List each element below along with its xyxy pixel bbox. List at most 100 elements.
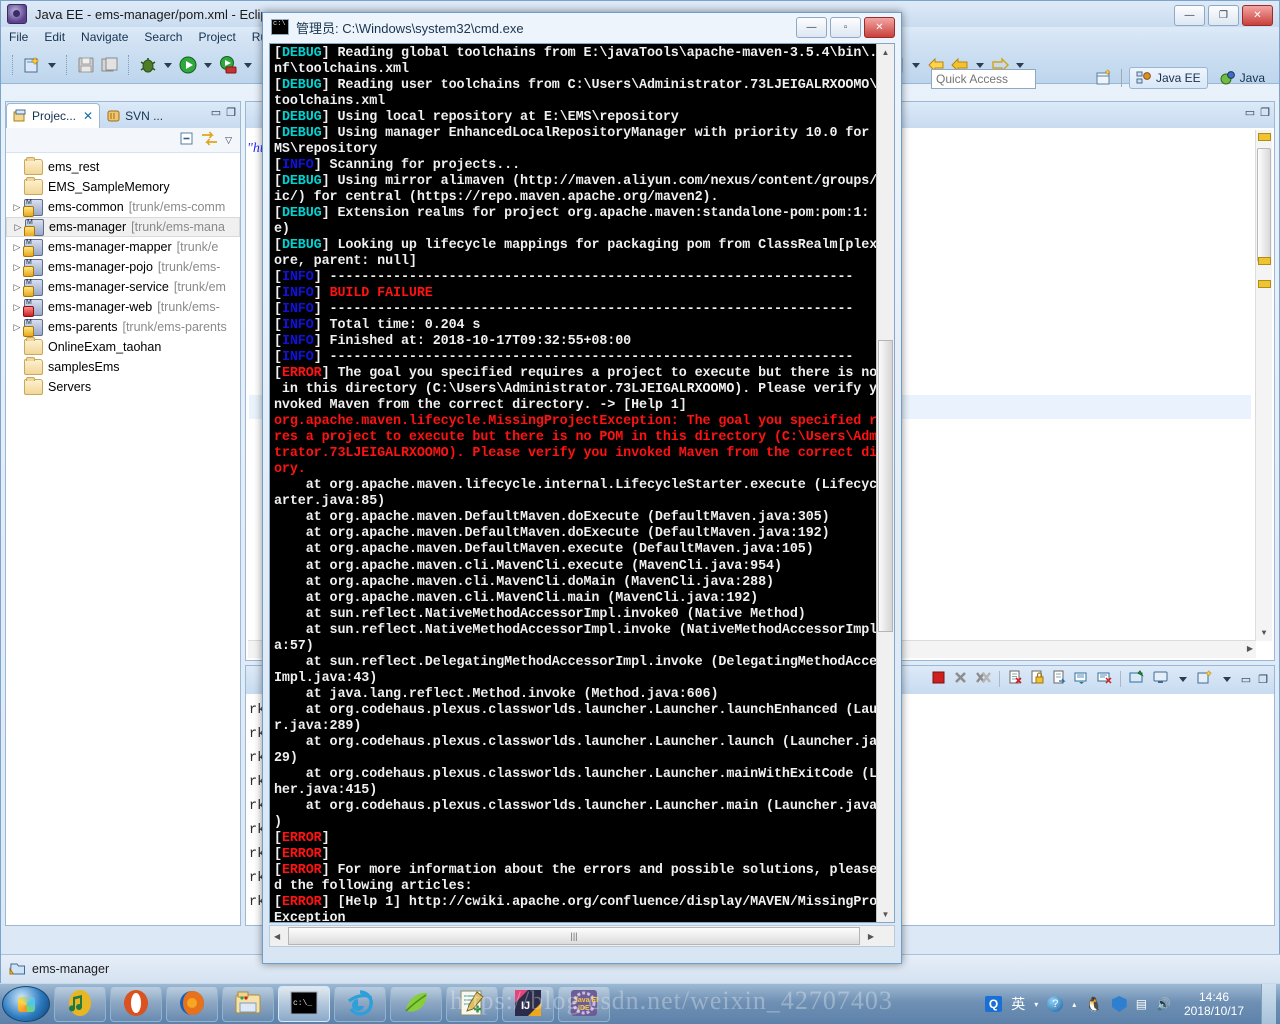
windows-taskbar[interactable]: c:\_IJJava EEIDE https://blog.csdn.net/w… [0, 983, 1280, 1024]
tree-item-onlineexam-taohan[interactable]: OnlineExam_taohan [6, 337, 240, 357]
cmd-scroll-down-arrow[interactable]: ▼ [877, 906, 894, 922]
menu-item-edit[interactable]: Edit [44, 30, 65, 44]
word-wrap-icon[interactable] [1052, 670, 1067, 688]
tree-item-servers[interactable]: Servers [6, 377, 240, 397]
start-orb-button[interactable] [2, 986, 50, 1022]
editor-overview-marker[interactable] [1258, 133, 1271, 141]
taskbar-item-notepadpp[interactable] [446, 986, 498, 1022]
cmd-scroll-up-arrow[interactable]: ▲ [877, 44, 894, 60]
editor-hscroll-right-arrow[interactable]: ▶ [1247, 644, 1253, 654]
cmd-hscroll-left-arrow[interactable]: ◀ [274, 932, 280, 941]
cmd-close-button[interactable]: ✕ [864, 17, 895, 38]
cmd-window-controls[interactable]: — ▫ ✕ [796, 17, 895, 38]
clear-console-icon[interactable] [1008, 670, 1023, 688]
forward-chevron-down-icon[interactable] [1016, 62, 1024, 68]
show-desktop-button[interactable] [1261, 984, 1276, 1024]
editor-overview-marker[interactable] [1258, 257, 1271, 265]
show-console-on-output-icon[interactable] [1074, 670, 1090, 688]
tree-item-ems-manager[interactable]: ▷ ems-manager [trunk/ems-mana [6, 217, 240, 237]
run-external-tools-icon[interactable] [217, 54, 239, 76]
expand-arrow-icon[interactable]: ▷ [10, 262, 24, 273]
tray-overflow-icon[interactable]: ▴ [1072, 1000, 1076, 1009]
open-console-icon[interactable] [1153, 670, 1169, 688]
tray-shield-icon[interactable] [1111, 996, 1127, 1012]
minimize-view-icon[interactable]: ▭ [211, 106, 221, 119]
expand-arrow-icon[interactable]: ▷ [10, 242, 24, 253]
tree-item-ems-manager-mapper[interactable]: ▷ ems-manager-mapper [trunk/e [6, 237, 240, 257]
expand-arrow-icon[interactable]: ▷ [10, 322, 24, 333]
cmd-maximize-button[interactable]: ▫ [830, 17, 861, 38]
collapse-all-icon[interactable] [179, 131, 194, 149]
remove-all-launches-icon[interactable] [975, 670, 992, 688]
scroll-lock-icon[interactable] [1030, 670, 1045, 688]
tab-project-explorer[interactable]: Projec... ✕ [6, 103, 101, 128]
save-icon[interactable] [75, 54, 97, 76]
tree-item-ems-parents[interactable]: ▷ ems-parents [trunk/ems-parents [6, 317, 240, 337]
tab-svn-repositories[interactable]: SVN ... [100, 104, 169, 128]
tray-help-icon[interactable]: ? [1047, 996, 1064, 1012]
perspective-switcher[interactable]: Java EE Java [1093, 67, 1271, 89]
eclipse-minimize-button[interactable]: — [1174, 5, 1205, 26]
taskbar-item-eclipse[interactable]: Java EEIDE [558, 986, 610, 1022]
editor-overview-marker[interactable] [1258, 280, 1271, 288]
minimize-editor-icon[interactable]: ▭ [1245, 106, 1255, 119]
new-wizard-chevron-down-icon[interactable] [48, 62, 56, 68]
tree-item-ems-rest[interactable]: ems_rest [6, 157, 240, 177]
taskbar-item-browser-opera[interactable] [110, 986, 162, 1022]
taskbar-item-cmd[interactable]: c:\_ [278, 986, 330, 1022]
tab-close-icon[interactable]: ✕ [83, 109, 93, 123]
taskbar-item-music[interactable] [54, 986, 106, 1022]
view-window-controls[interactable]: ▭ ❐ [211, 106, 236, 119]
save-all-icon[interactable] [99, 54, 121, 76]
taskbar-item-explorer[interactable] [222, 986, 274, 1022]
tray-qq-penguin-icon[interactable]: 🐧 [1085, 996, 1102, 1013]
taskbar-item-firefox[interactable] [166, 986, 218, 1022]
expand-arrow-icon[interactable]: ▷ [11, 222, 25, 233]
terminate-icon[interactable] [931, 670, 946, 688]
menu-item-search[interactable]: Search [144, 30, 182, 44]
quick-access-input[interactable] [931, 69, 1036, 89]
expand-arrow-icon[interactable]: ▷ [10, 202, 24, 213]
project-tree[interactable]: ems_rest EMS_SampleMemory ▷ ems-common [trun… [6, 153, 240, 397]
run-chevron-down-icon[interactable] [204, 62, 212, 68]
open-perspective-icon[interactable] [1093, 67, 1115, 89]
tray-network-icon[interactable]: ▤ [1136, 997, 1147, 1011]
cmd-console-body[interactable]: [DEBUG] Reading global toolchains from E… [269, 43, 895, 923]
tray-qq-icon[interactable]: Q [984, 996, 1003, 1012]
editor-scroll-thumb[interactable] [1257, 148, 1271, 262]
menu-item-project[interactable]: Project [198, 30, 235, 44]
maximize-view-icon[interactable]: ❐ [226, 106, 236, 119]
tree-item-ems-samplememory[interactable]: EMS_SampleMemory [6, 177, 240, 197]
taskbar-item-green-app[interactable] [390, 986, 442, 1022]
new-wizard-icon[interactable] [21, 54, 43, 76]
taskbar-clock[interactable]: 14:46 2018/10/17 [1180, 990, 1248, 1018]
taskbar-item-intellij[interactable]: IJ [502, 986, 554, 1022]
run-external-chevron-down-icon[interactable] [244, 62, 252, 68]
tree-item-samplesems[interactable]: samplesEms [6, 357, 240, 377]
menu-item-navigate[interactable]: Navigate [81, 30, 128, 44]
eclipse-close-button[interactable]: ✕ [1242, 5, 1273, 26]
perspective-java-ee[interactable]: Java EE [1128, 67, 1208, 89]
explorer-tab-bar[interactable]: Projec... ✕ SVN ... ▭ ❐ [6, 102, 240, 128]
taskbar-buttons[interactable]: c:\_ IJ Java EEIDE [50, 986, 610, 1022]
maximize-editor-icon[interactable]: ❐ [1260, 106, 1270, 119]
tray-ime-chevron-down-icon[interactable]: ▾ [1034, 1000, 1038, 1009]
link-with-editor-icon[interactable] [201, 131, 218, 149]
editor-vertical-scrollbar[interactable]: ▲ ▼ [1255, 130, 1272, 641]
tray-ime-icon[interactable]: 英 [1011, 994, 1025, 1014]
taskbar-item-ie[interactable] [334, 986, 386, 1022]
remove-launch-icon[interactable] [953, 670, 968, 688]
system-tray[interactable]: Q 英 ▾ ? ▴ 🐧 ▤ 🔊 14:46 2018/10/17 [984, 984, 1276, 1024]
expand-arrow-icon[interactable]: ▷ [10, 302, 24, 313]
tree-item-ems-manager-service[interactable]: ▷ ems-manager-service [trunk/em [6, 277, 240, 297]
cmd-scroll-thumb[interactable] [878, 340, 893, 632]
editor-scroll-down-arrow[interactable]: ▼ [1256, 625, 1272, 641]
minimize-console-icon[interactable]: ▭ [1241, 673, 1251, 686]
expand-arrow-icon[interactable]: ▷ [10, 282, 24, 293]
editor-window-controls[interactable]: ▭ ❐ [1245, 106, 1270, 119]
tree-item-ems-manager-web[interactable]: ▷ ems-manager-web [trunk/ems- [6, 297, 240, 317]
new-console-chevron-down-icon[interactable] [1222, 676, 1231, 682]
perspective-java[interactable]: Java [1214, 68, 1271, 88]
cmd-hscroll-thumb[interactable]: ||| [288, 927, 860, 945]
cmd-vertical-scrollbar[interactable]: ▲ ▼ [876, 44, 894, 922]
